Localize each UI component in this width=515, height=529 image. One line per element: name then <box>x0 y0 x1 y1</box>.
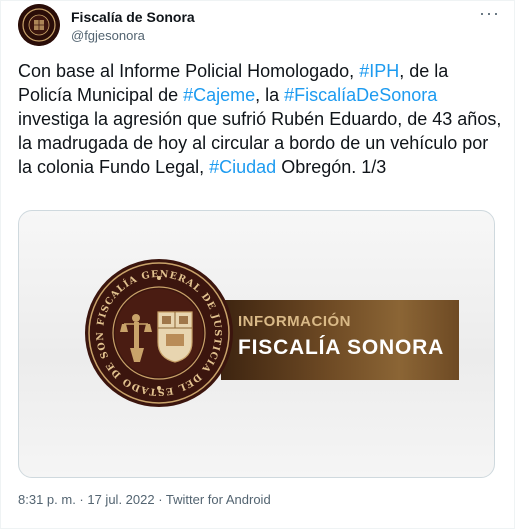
avatar[interactable] <box>18 4 60 46</box>
display-name[interactable]: Fiscalía de Sonora <box>71 9 195 25</box>
hashtag-link[interactable]: #IPH <box>359 61 399 81</box>
tweet-text-segment: Obregón. 1/3 <box>276 157 387 177</box>
tweet-text-segment: , la <box>255 85 285 105</box>
tweet-text: Con base al Informe Policial Homologado,… <box>18 59 504 179</box>
fiscalia-seal-emblem: FISCALÍA GENERAL DE JUSTICIA DEL ESTADO … <box>84 258 234 408</box>
hashtag-link[interactable]: #Cajeme <box>183 85 255 105</box>
tweet-timestamp[interactable]: 8:31 p. m. · 17 jul. 2022 · Twitter for … <box>18 492 271 507</box>
banner-title-large: FISCALÍA SONORA <box>238 336 445 359</box>
hashtag-link[interactable]: #Ciudad <box>209 157 276 177</box>
tweet-card: Fiscalía de Sonora @fgjesonora ··· Con b… <box>0 0 515 529</box>
more-options-icon[interactable]: ··· <box>479 4 499 25</box>
tweet-text-segment: Con base al Informe Policial Homologado, <box>18 61 360 81</box>
tweet-media-image[interactable]: FISCALÍA GENERAL DE JUSTICIA DEL ESTADO … <box>18 210 495 478</box>
hashtag-link[interactable]: #FiscalíaDeSonora <box>284 85 437 105</box>
fiscalia-seal-icon <box>18 4 60 46</box>
banner-title-small: INFORMACIÓN <box>238 313 351 330</box>
account-handle[interactable]: @fgjesonora <box>71 28 145 43</box>
